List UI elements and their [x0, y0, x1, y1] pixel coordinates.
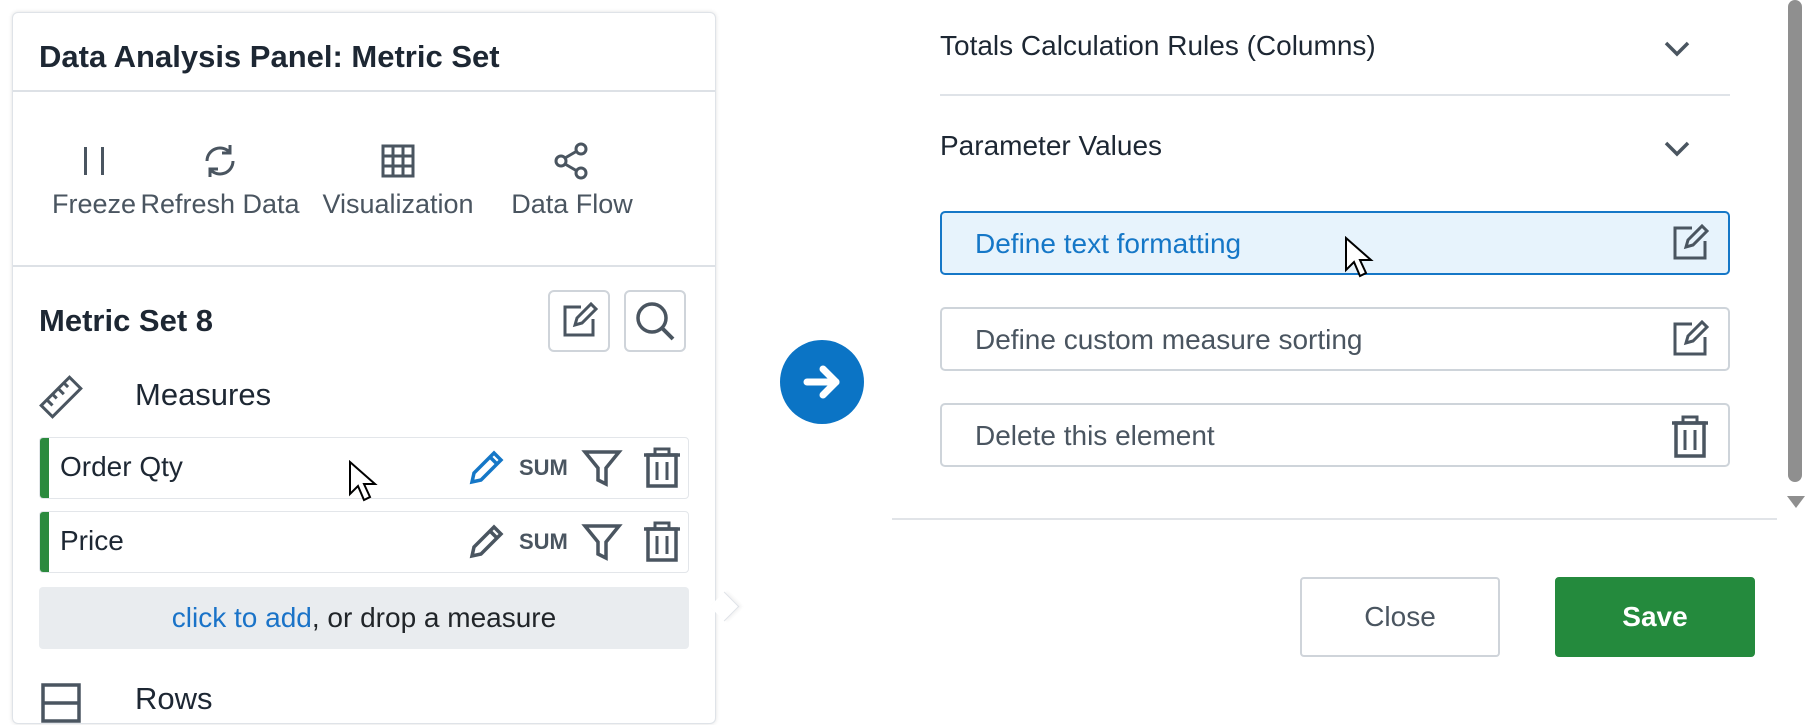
metric-set-name: Metric Set 8 [39, 303, 214, 338]
search-icon [636, 302, 675, 341]
search-metric-set-button[interactable] [624, 290, 686, 352]
add-measure-hint: , or drop a measure [311, 602, 557, 633]
footer-divider [892, 518, 1777, 520]
scroll-down-arrow-icon[interactable] [1787, 496, 1805, 508]
delete-element-button[interactable]: Delete this element [940, 403, 1730, 467]
ruler-icon [39, 375, 83, 419]
edit-metric-set-button[interactable] [548, 290, 610, 352]
trash-icon [1672, 415, 1708, 458]
accordion-label: Parameter Values [940, 130, 1163, 161]
click-to-add-link[interactable]: click to add [172, 602, 312, 633]
pencil-icon[interactable] [464, 520, 508, 564]
arrow-right-icon [803, 365, 840, 399]
visualization-label: Visualization [322, 189, 474, 219]
edit-square-icon [1673, 319, 1710, 356]
scrollbar-thumb[interactable] [1788, 0, 1802, 482]
filter-icon[interactable] [580, 520, 624, 564]
filter-icon[interactable] [580, 446, 624, 490]
chevron-down-icon [1664, 141, 1690, 157]
share-nodes-icon [554, 142, 588, 180]
mouse-cursor-icon [1345, 236, 1374, 278]
data-flow-button[interactable]: Data Flow [487, 141, 657, 220]
aggregation-label[interactable]: SUM [519, 455, 568, 481]
rows-icon [41, 683, 81, 723]
parameter-values-accordion[interactable]: Parameter Values [940, 130, 1730, 194]
measure-row[interactable]: Price SUM [39, 511, 689, 573]
trash-icon[interactable] [640, 446, 684, 490]
edit-square-icon [563, 301, 599, 337]
pencil-icon[interactable] [464, 446, 508, 490]
measure-color-bar [40, 512, 49, 572]
mouse-cursor-icon [349, 460, 378, 502]
grid-icon [381, 144, 415, 178]
measures-label: Measures [135, 377, 272, 412]
action-label: Delete this element [975, 420, 1215, 451]
toolbar-divider [13, 265, 715, 267]
totals-calculation-accordion[interactable]: Totals Calculation Rules (Columns) [940, 30, 1730, 96]
save-button[interactable]: Save [1555, 577, 1755, 657]
add-measure-dropzone[interactable]: click to add, or drop a measure [39, 587, 689, 649]
action-label: Define text formatting [975, 228, 1242, 259]
forward-arrow-button [780, 340, 864, 424]
chevron-down-icon [1664, 41, 1690, 57]
title-divider [13, 90, 715, 92]
aggregation-label[interactable]: SUM [519, 529, 568, 555]
edit-square-icon [1673, 223, 1710, 260]
action-label: Define custom measure sorting [975, 324, 1363, 355]
close-button[interactable]: Close [1300, 577, 1500, 657]
panel-title: Data Analysis Panel: Metric Set [39, 39, 500, 74]
measure-name: Price [60, 525, 124, 556]
measure-name: Order Qty [60, 451, 183, 482]
refresh-data-button[interactable]: Refresh Data [135, 141, 305, 220]
accordion-label: Totals Calculation Rules (Columns) [940, 30, 1376, 61]
pause-icon [84, 147, 104, 175]
refresh-data-label: Refresh Data [140, 189, 300, 219]
measure-color-bar [40, 438, 49, 498]
rows-label: Rows [135, 681, 213, 716]
define-text-formatting-button[interactable]: Define text formatting [940, 211, 1730, 275]
trash-icon[interactable] [640, 520, 684, 564]
data-flow-label: Data Flow [511, 189, 633, 219]
data-analysis-panel: Data Analysis Panel: Metric Set Freeze R… [12, 12, 716, 724]
visualization-button[interactable]: Visualization [313, 141, 483, 220]
define-custom-measure-sorting-button[interactable]: Define custom measure sorting [940, 307, 1730, 371]
refresh-icon [205, 145, 235, 177]
